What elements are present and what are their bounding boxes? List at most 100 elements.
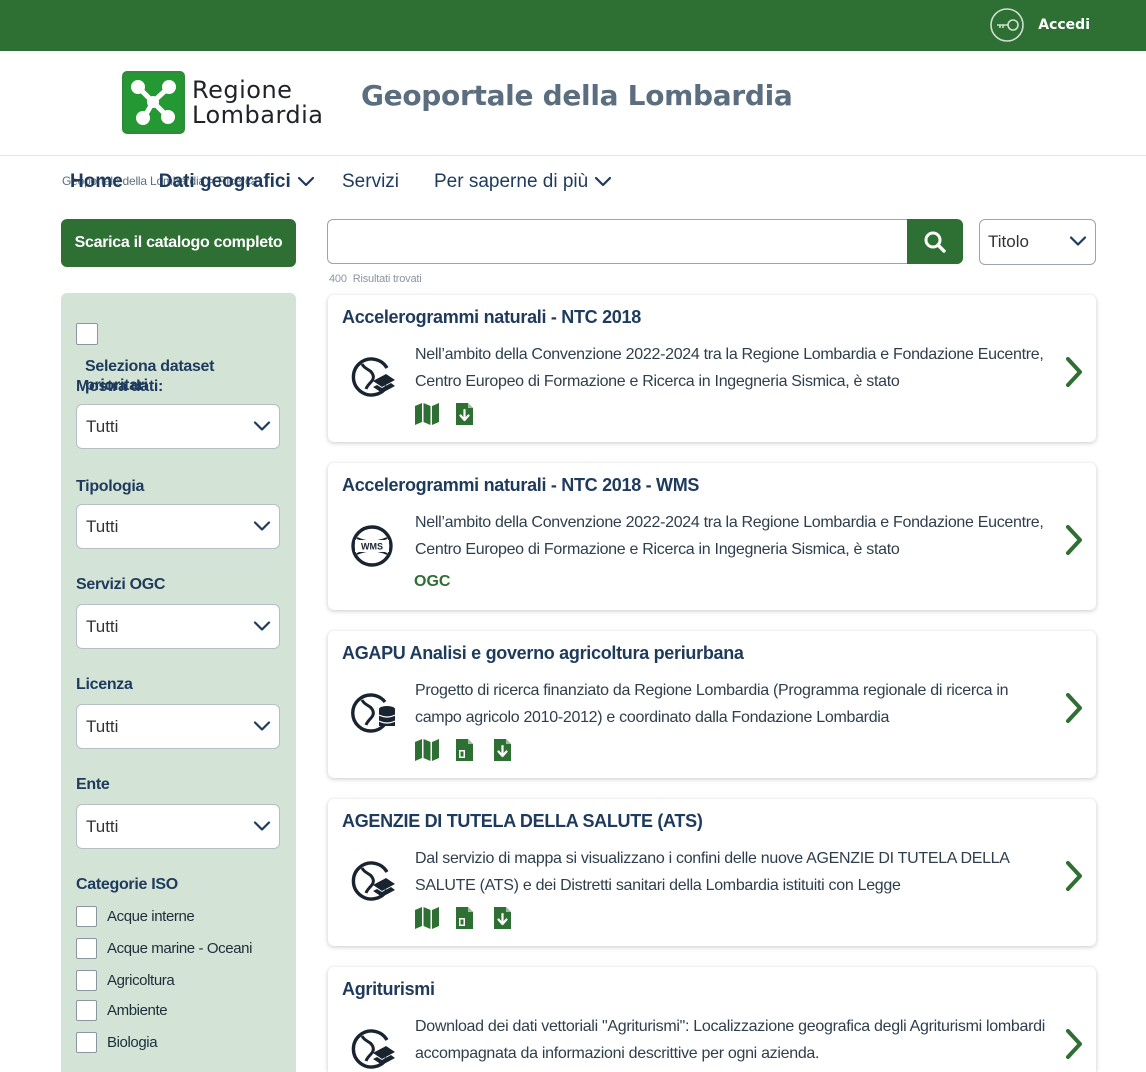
login-button[interactable]: Accedi	[990, 8, 1090, 42]
card-title[interactable]: Accelerogrammi naturali - NTC 2018 - WMS	[342, 475, 699, 496]
regione-logo[interactable]: Regione Lombardia	[122, 71, 324, 134]
download-catalog-button[interactable]: Scarica il catalogo completo	[61, 219, 296, 267]
search-button[interactable]	[907, 219, 963, 264]
iso-checkbox[interactable]	[76, 906, 97, 927]
nav-dati-geografici[interactable]: Dati geografici	[159, 171, 315, 193]
chevron-right-icon[interactable]	[1064, 356, 1084, 388]
results-count: 400 Risultati trovati	[329, 273, 422, 285]
filter-select-licenza[interactable]: Tutti	[76, 704, 280, 749]
wms-icon-text: WMS	[361, 542, 383, 552]
chevron-right-icon[interactable]	[1064, 692, 1084, 724]
document-icon[interactable]	[452, 738, 478, 762]
select-value: Tutti	[86, 616, 119, 636]
nav-servizi[interactable]: Servizi	[342, 171, 399, 193]
card-description: Nell’ambito della Convenzione 2022-2024 …	[415, 514, 1044, 558]
download-icon[interactable]	[452, 402, 478, 426]
iso-checkbox[interactable]	[76, 1032, 97, 1053]
iso-checkbox[interactable]	[76, 1000, 97, 1021]
chevron-down-icon	[594, 176, 612, 188]
iso-item-label: Acque marine - Oceani	[107, 940, 253, 957]
card-description: Download dei dati vettoriali "Agriturism…	[415, 1018, 1045, 1062]
select-value: Tutti	[86, 816, 119, 836]
filter-label-servizi-ogc: Servizi OGC	[76, 576, 166, 593]
card-title[interactable]: Accelerogrammi naturali - NTC 2018	[342, 307, 641, 328]
iso-checkbox[interactable]	[76, 970, 97, 991]
iso-item-label: Acque interne	[107, 908, 195, 925]
logo-line-2: Lombardia	[192, 100, 324, 129]
chevron-down-icon	[253, 720, 271, 733]
top-bar: Accedi	[0, 0, 1146, 51]
key-icon	[990, 8, 1025, 42]
chevron-right-icon[interactable]	[1064, 524, 1084, 556]
chevron-right-icon[interactable]	[1064, 860, 1084, 892]
chevron-down-icon	[253, 620, 271, 633]
globe-database-icon	[349, 690, 395, 736]
iso-categories-title: Categorie ISO	[76, 876, 178, 893]
card-title[interactable]: Agriturismi	[342, 979, 435, 1000]
card-badges	[414, 737, 516, 763]
filter-sidebar: Seleziona dataset prioritari Mostra dati…	[61, 293, 296, 1072]
search-input[interactable]	[327, 219, 907, 264]
globe-layers-icon	[349, 858, 395, 904]
iso-item-label: Biologia	[107, 1034, 158, 1051]
globe-layers-icon	[349, 1026, 395, 1072]
nav-dati-label: Dati geografici	[158, 171, 291, 192]
main-nav: Home Dati geografici Servizi Per saperne…	[70, 170, 315, 194]
filter-select-mostra-dati[interactable]: Tutti	[76, 404, 280, 449]
download-icon[interactable]	[490, 906, 516, 930]
chevron-down-icon	[1069, 235, 1087, 248]
nav-home[interactable]: Home	[70, 171, 123, 193]
result-card[interactable]: AGAPU Analisi e governo agricoltura peri…	[328, 631, 1096, 778]
filter-select-tipologia[interactable]: Tutti	[76, 504, 280, 549]
iso-item-biologia[interactable]: Biologia	[76, 1032, 158, 1053]
filter-select-servizi-ogc[interactable]: Tutti	[76, 604, 280, 649]
chevron-down-icon	[253, 520, 271, 533]
nav-per-saperne-di-piu[interactable]: Per saperne di più	[434, 171, 612, 193]
result-card[interactable]: AGENZIE DI TUTELA DELLA SALUTE (ATS) Dal…	[328, 799, 1096, 946]
logo-line-1: Regione	[192, 75, 293, 104]
filter-label-licenza: Licenza	[76, 676, 133, 693]
filter-select-ente[interactable]: Tutti	[76, 804, 280, 849]
regione-lombardia-logo-icon	[122, 71, 185, 134]
results-count-number: 400	[329, 273, 347, 285]
chevron-down-icon	[253, 820, 271, 833]
card-title[interactable]: AGENZIE DI TUTELA DELLA SALUTE (ATS)	[342, 811, 703, 832]
card-description: Progetto di ricerca finanziato da Region…	[415, 682, 1009, 726]
ogc-badge[interactable]: OGC	[414, 573, 450, 591]
card-description: Nell’ambito della Convenzione 2022-2024 …	[415, 346, 1044, 390]
wms-globe-icon: WMS	[349, 523, 395, 569]
logo-text: Regione Lombardia	[192, 75, 324, 129]
result-card[interactable]: Accelerogrammi naturali - NTC 2018 Nell’…	[328, 295, 1096, 442]
iso-item-label: Ambiente	[107, 1002, 168, 1019]
chevron-right-icon[interactable]	[1064, 1028, 1084, 1060]
chevron-down-icon	[297, 176, 315, 188]
iso-item-ambiente[interactable]: Ambiente	[76, 1000, 168, 1021]
iso-checkbox[interactable]	[76, 938, 97, 959]
result-card[interactable]: Accelerogrammi naturali - NTC 2018 - WMS…	[328, 463, 1096, 610]
nav-saperne-label: Per saperne di più	[434, 171, 589, 192]
sort-select-value: Titolo	[988, 232, 1029, 251]
map-icon[interactable]	[414, 906, 440, 930]
chevron-down-icon	[253, 420, 271, 433]
sort-select[interactable]: Titolo	[979, 219, 1096, 265]
select-value: Tutti	[86, 516, 119, 536]
site-header: Regione Lombardia Geoportale della Lomba…	[0, 51, 1146, 156]
iso-item-label: Agricoltura	[107, 972, 175, 989]
filter-label-ente: Ente	[76, 776, 110, 793]
iso-item-acque-marine[interactable]: Acque marine - Oceani	[76, 938, 252, 959]
card-badges	[414, 401, 478, 427]
card-badges	[414, 905, 516, 931]
download-icon[interactable]	[490, 738, 516, 762]
iso-item-agricoltura[interactable]: Agricoltura	[76, 970, 175, 991]
iso-item-acque-interne[interactable]: Acque interne	[76, 906, 195, 927]
document-icon[interactable]	[452, 906, 478, 930]
portal-title: Geoportale della Lombardia	[361, 79, 793, 112]
map-icon[interactable]	[414, 738, 440, 762]
result-card[interactable]: Agriturismi Download dei dati vettoriali…	[328, 967, 1096, 1072]
filter-label-mostra-dati: Mostra dati:	[76, 378, 164, 395]
filter-label-tipologia: Tipologia	[76, 478, 145, 495]
card-title[interactable]: AGAPU Analisi e governo agricoltura peri…	[342, 643, 744, 664]
map-icon[interactable]	[414, 402, 440, 426]
priority-datasets-checkbox[interactable]	[76, 323, 98, 345]
card-description: Dal servizio di mappa si visualizzano i …	[415, 850, 1009, 894]
